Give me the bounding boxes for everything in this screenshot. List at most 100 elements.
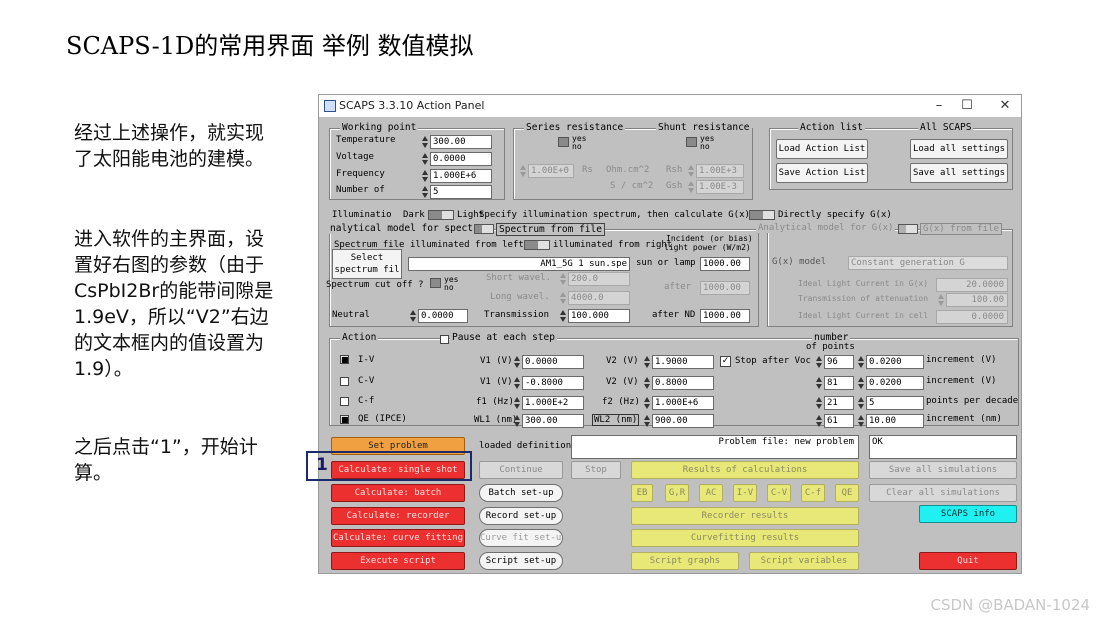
calculate-curve-fitting-button[interactable]: Calculate: curve fitting bbox=[331, 529, 465, 547]
gx-mode-toggle[interactable] bbox=[749, 210, 775, 220]
gsh-spinner-icon[interactable] bbox=[688, 181, 694, 193]
qe-wl2-spinner-icon[interactable] bbox=[644, 415, 650, 427]
minimize-icon[interactable]: – bbox=[929, 97, 949, 115]
series-toggle[interactable] bbox=[558, 137, 569, 147]
scaps-info-button[interactable]: SCAPS info bbox=[919, 505, 1017, 523]
qe-wl1-field[interactable]: 300.00 bbox=[522, 414, 584, 428]
cv-result-button[interactable]: C-V bbox=[767, 484, 791, 502]
maximize-icon[interactable]: ☐ bbox=[957, 97, 977, 115]
temperature-field[interactable]: 300.00 bbox=[430, 135, 492, 149]
stop-button[interactable]: Stop bbox=[571, 461, 621, 479]
stop-after-voc-checkbox[interactable]: ✓ bbox=[720, 356, 731, 367]
cv-n-spinner-icon[interactable] bbox=[816, 377, 822, 389]
select-spectrum-button[interactable]: Select spectrum fil bbox=[332, 249, 402, 279]
transmission-field[interactable]: 100.000 bbox=[568, 309, 630, 323]
short-wavel-spinner-icon[interactable] bbox=[560, 273, 566, 285]
curvefitting-results-button[interactable]: Curvefitting results bbox=[631, 529, 859, 547]
calculate-recorder-button[interactable]: Calculate: recorder bbox=[331, 507, 465, 525]
cf-f2-field[interactable]: 1.000E+6 bbox=[652, 396, 714, 410]
qe-checkbox[interactable]: ■ bbox=[340, 415, 349, 424]
number-spinner-icon[interactable] bbox=[422, 186, 428, 198]
dark-light-toggle[interactable] bbox=[428, 210, 454, 220]
save-action-list-button[interactable]: Save Action List bbox=[776, 163, 868, 183]
cf-points-field[interactable]: 21 bbox=[824, 396, 854, 410]
script-setup-button[interactable]: Script set-up bbox=[479, 552, 563, 570]
quit-button[interactable]: Quit bbox=[919, 552, 1017, 570]
gsh-field[interactable]: 1.00E-3 bbox=[696, 180, 744, 194]
script-graphs-button[interactable]: Script graphs bbox=[631, 552, 739, 570]
short-wavel-field[interactable]: 200.0 bbox=[568, 272, 630, 286]
gx-model-select[interactable]: Constant generation G bbox=[848, 256, 1008, 270]
iv-inc-spinner-icon[interactable] bbox=[858, 356, 864, 368]
qe-inc-spinner-icon[interactable] bbox=[858, 415, 864, 427]
transmission-spinner-icon[interactable] bbox=[560, 310, 566, 322]
number-field[interactable]: 5 bbox=[430, 185, 492, 199]
rsh-field[interactable]: 1.00E+3 bbox=[696, 164, 744, 178]
ideal-light-cell-field[interactable]: 0.0000 bbox=[936, 310, 1008, 324]
cut-off-toggle[interactable] bbox=[430, 278, 441, 288]
cv-v2-spinner-icon[interactable] bbox=[644, 377, 650, 389]
shunt-toggle[interactable] bbox=[686, 137, 697, 147]
cv-checkbox[interactable] bbox=[340, 377, 349, 386]
rsh-spinner-icon[interactable] bbox=[688, 165, 694, 177]
spectrum-file-field[interactable]: AM1_5G 1 sun.spe bbox=[408, 257, 630, 271]
close-icon[interactable]: ✕ bbox=[995, 97, 1015, 115]
long-wavel-spinner-icon[interactable] bbox=[560, 292, 566, 304]
calculate-batch-button[interactable]: Calculate: batch bbox=[331, 484, 465, 502]
continue-button[interactable]: Continue bbox=[479, 461, 563, 479]
cf-result-button[interactable]: C-f bbox=[801, 484, 825, 502]
cf-points-per-decade-field[interactable]: 5 bbox=[866, 396, 924, 410]
rs-field[interactable]: 1.00E+0 bbox=[528, 164, 574, 178]
ac-button[interactable]: AC bbox=[699, 484, 723, 502]
cv-inc-spinner-icon[interactable] bbox=[858, 377, 864, 389]
gr-button[interactable]: G,R bbox=[665, 484, 689, 502]
gx-source-toggle[interactable] bbox=[898, 224, 918, 234]
script-variables-button[interactable]: Script variables bbox=[749, 552, 859, 570]
load-action-list-button[interactable]: Load Action List bbox=[776, 139, 868, 159]
ideal-light-current-field[interactable]: 20.0000 bbox=[936, 278, 1008, 292]
recorder-results-button[interactable]: Recorder results bbox=[631, 507, 859, 525]
cv-points-field[interactable]: 81 bbox=[824, 376, 854, 390]
results-of-calculations-button[interactable]: Results of calculations bbox=[631, 461, 859, 479]
iv-points-field[interactable]: 96 bbox=[824, 355, 854, 369]
iv-v1-field[interactable]: 0.0000 bbox=[522, 355, 584, 369]
cf-f1-field[interactable]: 1.000E+2 bbox=[522, 396, 584, 410]
record-setup-button[interactable]: Record set-up bbox=[479, 507, 563, 525]
illumination-side-toggle[interactable] bbox=[524, 240, 550, 250]
iv-v2-spinner-icon[interactable] bbox=[644, 356, 650, 368]
iv-v2-field[interactable]: 1.9000 bbox=[652, 355, 714, 369]
rs-spinner-icon[interactable] bbox=[520, 165, 526, 177]
iv-result-button[interactable]: I-V bbox=[733, 484, 757, 502]
cv-v1-field[interactable]: -0.8000 bbox=[522, 376, 584, 390]
eb-button[interactable]: EB bbox=[631, 484, 653, 502]
cf-checkbox[interactable] bbox=[340, 397, 349, 406]
qe-wl2-field[interactable]: 900.00 bbox=[652, 414, 714, 428]
qe-points-field[interactable]: 61 bbox=[824, 414, 854, 428]
voltage-field[interactable]: 0.0000 bbox=[430, 152, 492, 166]
cf-f2-spinner-icon[interactable] bbox=[644, 397, 650, 409]
iv-v1-spinner-icon[interactable] bbox=[514, 356, 520, 368]
qe-n-spinner-icon[interactable] bbox=[816, 415, 822, 427]
cv-v1-spinner-icon[interactable] bbox=[514, 377, 520, 389]
spectrum-source-toggle[interactable] bbox=[474, 224, 494, 234]
batch-setup-button[interactable]: Batch set-up bbox=[479, 484, 563, 502]
after-nd-field[interactable]: 1000.00 bbox=[700, 309, 750, 323]
cf-n-spinner-icon[interactable] bbox=[816, 397, 822, 409]
curve-fit-setup-button[interactable]: Curve fit set-up bbox=[479, 529, 563, 547]
long-wavel-field[interactable]: 4000.0 bbox=[568, 291, 630, 305]
pause-checkbox[interactable] bbox=[440, 335, 449, 344]
cf-f1-spinner-icon[interactable] bbox=[514, 397, 520, 409]
neutral-spinner-icon[interactable] bbox=[410, 310, 416, 322]
qe-increment-field[interactable]: 10.00 bbox=[866, 414, 924, 428]
iv-n-spinner-icon[interactable] bbox=[816, 356, 822, 368]
execute-script-button[interactable]: Execute script bbox=[331, 552, 465, 570]
frequency-spinner-icon[interactable] bbox=[422, 170, 428, 182]
attenuation-spinner-icon[interactable] bbox=[938, 294, 944, 306]
load-all-settings-button[interactable]: Load all settings bbox=[910, 139, 1008, 159]
sun-or-lamp-field[interactable]: 1000.00 bbox=[700, 257, 750, 271]
qe-wl1-spinner-icon[interactable] bbox=[514, 415, 520, 427]
cv-increment-field[interactable]: 0.0200 bbox=[866, 376, 924, 390]
temperature-spinner-icon[interactable] bbox=[422, 136, 428, 148]
cv-v2-field[interactable]: 0.8000 bbox=[652, 376, 714, 390]
save-all-simulations-button[interactable]: Save all simulations bbox=[869, 461, 1017, 479]
